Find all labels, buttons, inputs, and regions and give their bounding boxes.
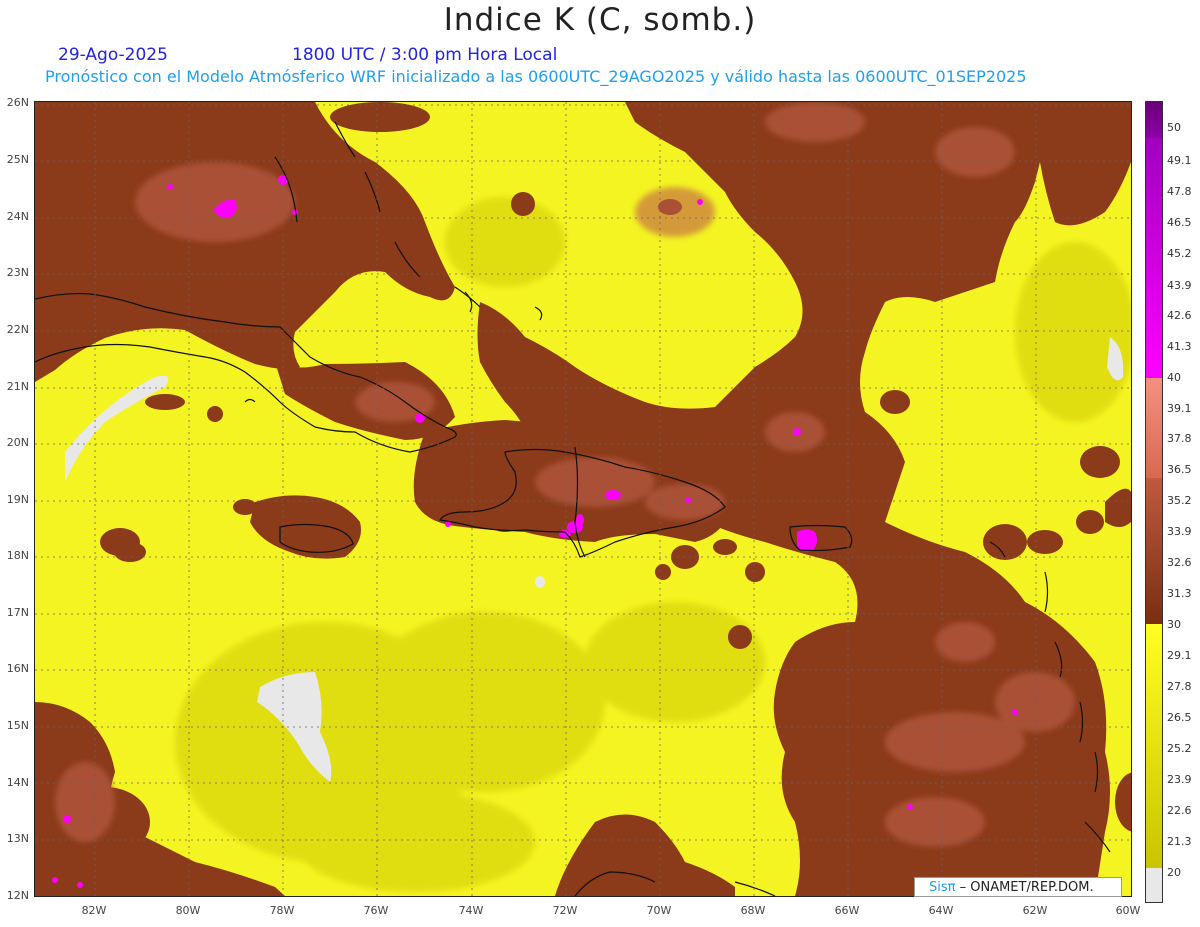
legend-label: 20 bbox=[1167, 866, 1181, 879]
lon-label: 70W bbox=[646, 904, 672, 917]
forecast-time: 1800 UTC / 3:00 pm Hora Local bbox=[292, 45, 558, 65]
lon-label: 72W bbox=[552, 904, 578, 917]
legend-label: 27.8 bbox=[1167, 680, 1192, 693]
legend-swatch-brown bbox=[1146, 478, 1162, 624]
legend-label: 41.3 bbox=[1167, 340, 1192, 353]
legend-label: 33.9 bbox=[1167, 525, 1192, 538]
legend-label: 31.3 bbox=[1167, 587, 1192, 600]
legend-label: 45.2 bbox=[1167, 247, 1192, 260]
credit-logo-text: Sisπ bbox=[929, 880, 956, 895]
legend-swatch-pink bbox=[1146, 378, 1162, 478]
legend-label: 42.6 bbox=[1167, 309, 1192, 322]
legend-label: 30 bbox=[1167, 618, 1181, 631]
lat-label: 16N bbox=[6, 662, 29, 675]
legend-label: 26.5 bbox=[1167, 711, 1192, 724]
forecast-date: 29-Ago-2025 bbox=[58, 45, 168, 65]
map-title: Indice K (C, somb.) bbox=[443, 2, 757, 38]
legend-label: 25.2 bbox=[1167, 742, 1192, 755]
lat-label: 26N bbox=[6, 96, 29, 109]
lat-label: 21N bbox=[6, 380, 29, 393]
lat-label: 12N bbox=[6, 889, 29, 902]
lon-label: 74W bbox=[458, 904, 484, 917]
legend-label: 49.1 bbox=[1167, 154, 1192, 167]
lon-label: 76W bbox=[363, 904, 389, 917]
lat-label: 18N bbox=[6, 549, 29, 562]
lat-label: 14N bbox=[6, 776, 29, 789]
credit-box: Sisπ – ONAMET/REP.DOM. bbox=[914, 877, 1122, 897]
legend-label: 43.9 bbox=[1167, 279, 1192, 292]
lat-label: 24N bbox=[6, 210, 29, 223]
lat-label: 17N bbox=[6, 606, 29, 619]
legend-label: 35.2 bbox=[1167, 494, 1192, 507]
k-index-field bbox=[35, 102, 1131, 896]
lat-label: 15N bbox=[6, 719, 29, 732]
legend-swatch-magenta bbox=[1146, 138, 1162, 378]
legend-label: 40 bbox=[1167, 371, 1181, 384]
legend-label: 32.6 bbox=[1167, 556, 1192, 569]
credit-organization: – ONAMET/REP.DOM. bbox=[959, 880, 1094, 895]
legend-label: 50 bbox=[1167, 121, 1181, 134]
lat-label: 20N bbox=[6, 436, 29, 449]
color-legend-bar bbox=[1145, 101, 1163, 903]
lat-label: 23N bbox=[6, 266, 29, 279]
legend-label: 22.6 bbox=[1167, 804, 1192, 817]
map-canvas[interactable] bbox=[34, 101, 1132, 897]
legend-label: 29.1 bbox=[1167, 649, 1192, 662]
legend-label: 36.5 bbox=[1167, 463, 1192, 476]
legend-label: 21.3 bbox=[1167, 835, 1192, 848]
legend-label: 46.5 bbox=[1167, 216, 1192, 229]
legend-swatch-gray bbox=[1146, 868, 1162, 902]
lon-label: 80W bbox=[175, 904, 201, 917]
lon-label: 60W bbox=[1115, 904, 1141, 917]
legend-label: 23.9 bbox=[1167, 773, 1192, 786]
lon-label: 64W bbox=[928, 904, 954, 917]
lon-label: 68W bbox=[740, 904, 766, 917]
forecast-subtitle: Pronóstico con el Modelo Atmósferico WRF… bbox=[45, 67, 1027, 86]
legend-swatch-yellow bbox=[1146, 624, 1162, 868]
lon-label: 62W bbox=[1022, 904, 1048, 917]
lat-label: 13N bbox=[6, 832, 29, 845]
lon-label: 66W bbox=[834, 904, 860, 917]
lon-label: 82W bbox=[81, 904, 107, 917]
legend-label: 47.8 bbox=[1167, 185, 1192, 198]
legend-label: 37.8 bbox=[1167, 432, 1192, 445]
lat-label: 22N bbox=[6, 323, 29, 336]
lat-label: 19N bbox=[6, 493, 29, 506]
lat-label: 25N bbox=[6, 153, 29, 166]
legend-label: 39.1 bbox=[1167, 402, 1192, 415]
lon-label: 78W bbox=[269, 904, 295, 917]
legend-swatch-purple bbox=[1146, 102, 1162, 138]
